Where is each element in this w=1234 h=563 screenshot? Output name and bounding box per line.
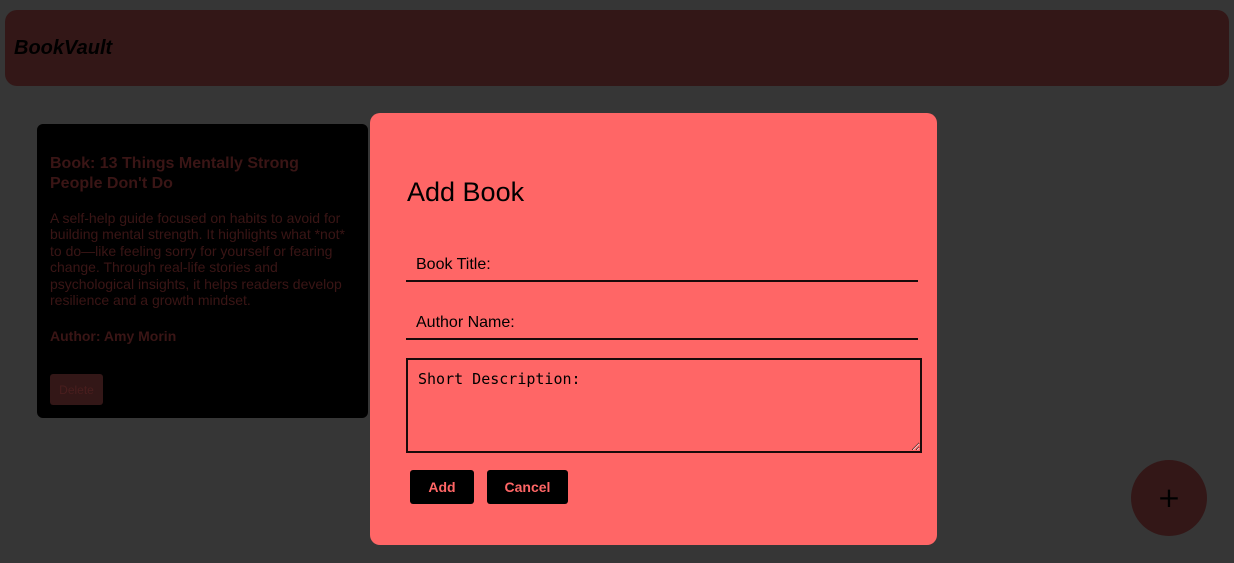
modal-title: Add Book (407, 177, 525, 207)
book-title: Book: 13 Things Mentally Strong People D… (50, 155, 299, 192)
cancel-button[interactable]: Cancel (487, 470, 568, 504)
book-author: Author: Amy Morin (50, 328, 177, 345)
app-root: BookVault Book: 13 Things Mentally Stron… (0, 0, 1234, 563)
author-name-input[interactable] (406, 307, 918, 340)
book-description: A self-help guide focused on habits to a… (50, 210, 345, 309)
add-book-fab[interactable]: + (1131, 460, 1207, 536)
add-book-modal: Add Book Add Cancel (370, 113, 937, 545)
book-card: Book: 13 Things Mentally Strong People D… (37, 124, 368, 418)
add-button[interactable]: Add (410, 470, 474, 504)
brand-logo[interactable]: BookVault (14, 35, 112, 61)
book-title-input[interactable] (406, 249, 918, 282)
delete-button[interactable]: Delete (50, 374, 103, 405)
navbar: BookVault (5, 10, 1229, 86)
plus-icon: + (1157, 481, 1181, 514)
short-description-textarea[interactable] (406, 358, 922, 453)
